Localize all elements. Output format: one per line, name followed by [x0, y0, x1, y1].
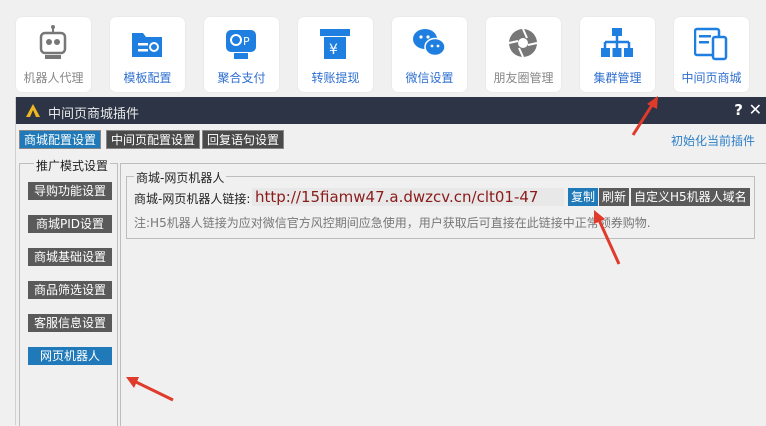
tile-moments-manage[interactable]: 朋友圈管理	[486, 17, 561, 92]
sidebar-item-filter-settings[interactable]: 商品筛选设置	[28, 281, 112, 299]
custom-domain-button[interactable]: 自定义H5机器人域名	[631, 188, 750, 206]
tile-label: 机器人代理	[23, 71, 84, 85]
moments-icon	[508, 28, 538, 58]
cluster-icon	[601, 28, 633, 57]
top-toolbar: 机器人代理 模板配置 P 聚合支付 ¥ 转账提现 微信设置 朋友圈管理 集群管理…	[0, 0, 766, 96]
settings-panel: 商城-网页机器人 商城-网页机器人链接: 复制 刷新 自定义H5机器人域名 注:…	[120, 163, 766, 426]
robot-link-field[interactable]	[252, 188, 564, 206]
annotation-arrow	[594, 210, 621, 265]
robot-icon	[39, 25, 67, 59]
folder-settings-icon	[132, 33, 162, 57]
tab-intermediate-config[interactable]: 中间页配置设置	[106, 130, 201, 149]
close-icon[interactable]: ✕	[749, 100, 762, 119]
promo-mode-legend: 推广模式设置	[34, 157, 111, 174]
robot-link-note: 注:H5机器人链接为应对微信官方风控期间应急使用，用户获取后可直接在此链接中正常…	[134, 216, 651, 230]
tile-template-config[interactable]: 模板配置	[110, 17, 185, 92]
annotation-arrow	[631, 96, 658, 136]
wechat-icon	[413, 29, 446, 57]
tile-label: 集群管理	[593, 71, 642, 85]
sidebar-item-basic-settings[interactable]: 商城基础设置	[28, 248, 112, 266]
tile-label: 聚合支付	[217, 71, 266, 85]
app-logo-icon	[26, 104, 40, 117]
tile-intermediate-mall[interactable]: 中间页商城	[674, 17, 749, 92]
tile-aggregate-payment[interactable]: P 聚合支付	[204, 17, 279, 92]
svg-text:¥: ¥	[329, 42, 338, 58]
withdraw-icon: ¥	[320, 29, 350, 59]
init-plugin-link[interactable]: 初始化当前插件	[671, 132, 755, 149]
tile-transfer-withdraw[interactable]: ¥ 转账提现	[298, 17, 373, 92]
sidebar-item-guide-settings[interactable]: 导购功能设置	[28, 182, 112, 200]
tile-wechat-settings[interactable]: 微信设置	[392, 17, 467, 92]
group-legend: 商城-网页机器人	[134, 169, 227, 186]
tile-label: 转账提现	[311, 71, 360, 85]
mall-icon	[694, 27, 728, 61]
web-robot-group: 商城-网页机器人 商城-网页机器人链接: 复制 刷新 自定义H5机器人域名 注:…	[126, 169, 755, 239]
tile-label: 微信设置	[405, 71, 454, 85]
copy-button[interactable]: 复制	[568, 188, 599, 206]
tab-reply-settings[interactable]: 回复语句设置	[202, 130, 285, 149]
dialog-title: 中间页商城插件	[48, 107, 140, 122]
tile-label: 中间页商城	[681, 71, 742, 85]
payment-icon: P	[226, 30, 256, 59]
sidebar-item-web-robot[interactable]: 网页机器人	[28, 347, 112, 365]
promo-mode-panel: 推广模式设置 导购功能设置 商城PID设置 商城基础设置 商品筛选设置 客服信息…	[19, 157, 118, 426]
tab-mall-config[interactable]: 商城配置设置	[19, 130, 102, 149]
tile-cluster-manage[interactable]: 集群管理	[580, 17, 655, 92]
tile-robot-agent[interactable]: 机器人代理	[16, 17, 91, 92]
sidebar-item-pid-settings[interactable]: 商城PID设置	[28, 215, 112, 233]
robot-link-label: 商城-网页机器人链接:	[134, 192, 251, 206]
svg-text:P: P	[243, 35, 250, 48]
refresh-button[interactable]: 刷新	[599, 188, 630, 206]
tile-label: 朋友圈管理	[493, 71, 554, 85]
annotation-arrow	[126, 377, 174, 402]
help-icon[interactable]: ?	[734, 101, 743, 119]
tile-label: 模板配置	[123, 71, 172, 85]
sidebar-item-service-settings[interactable]: 客服信息设置	[28, 314, 112, 332]
